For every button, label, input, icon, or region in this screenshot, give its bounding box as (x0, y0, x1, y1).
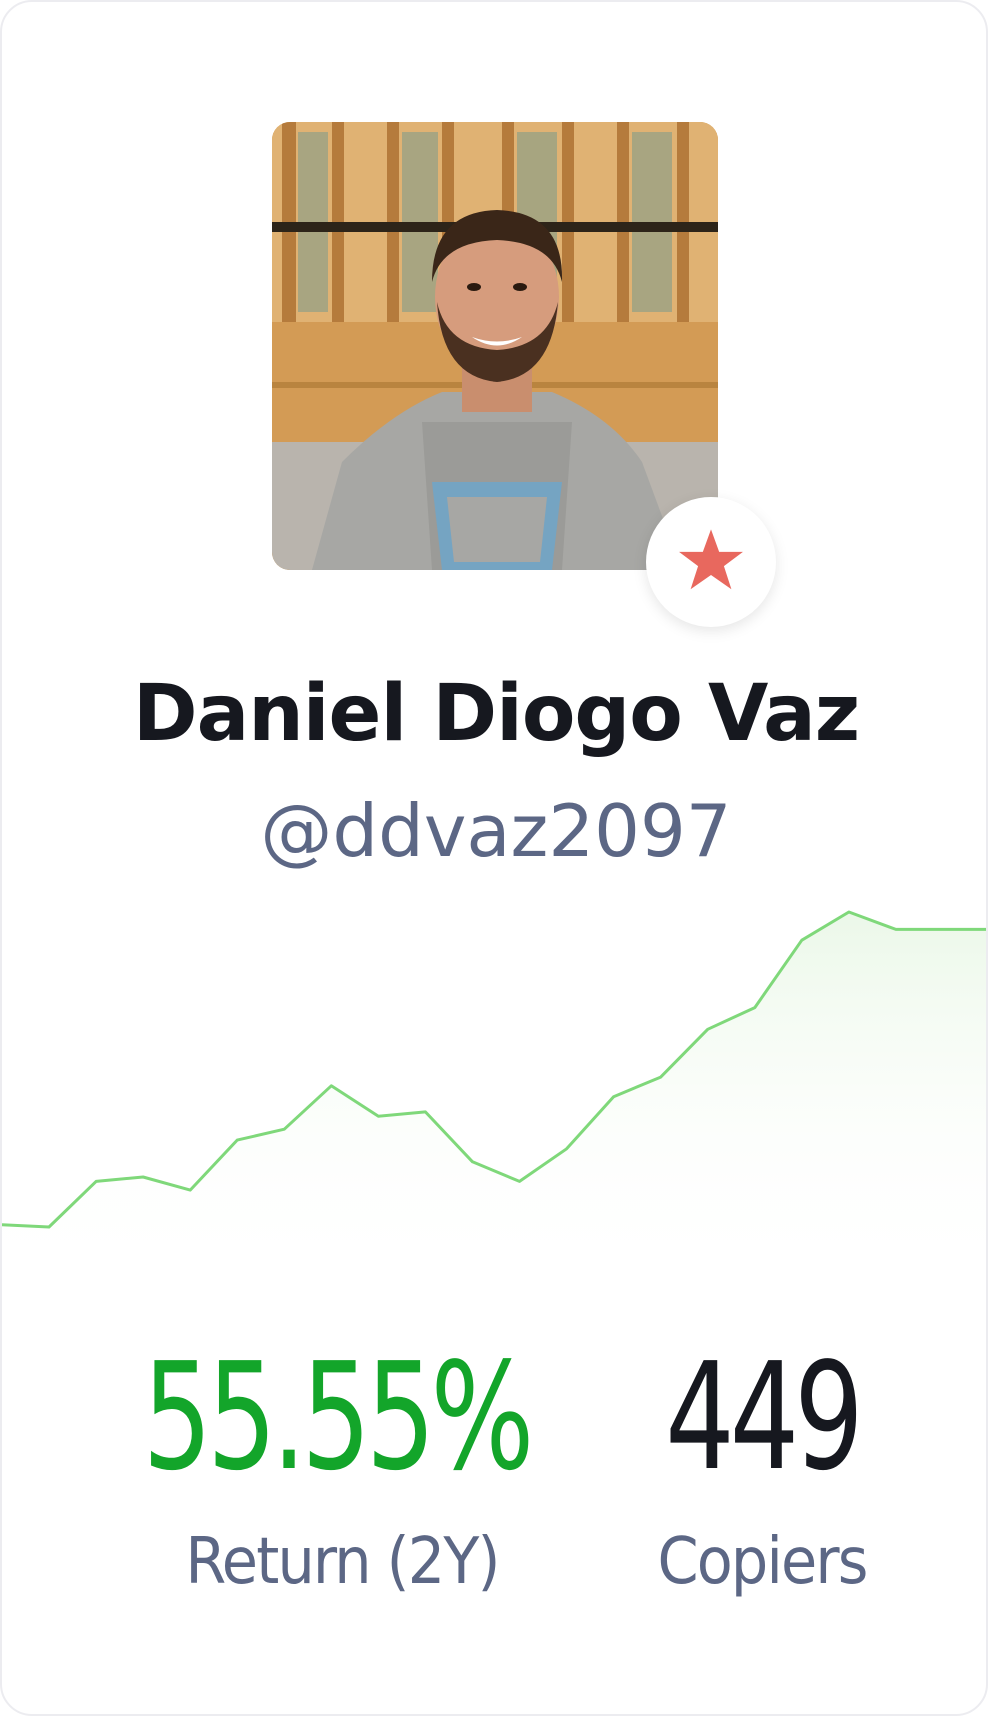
featured-badge (646, 497, 776, 627)
trader-handle: @ddvaz2097 (260, 789, 732, 873)
chart-area (2, 912, 986, 1282)
performance-chart (2, 910, 986, 1282)
return-label: Return (2Y) (185, 1525, 500, 1599)
copiers-value: 449 (665, 1331, 864, 1503)
trader-name[interactable]: Daniel Diogo Vaz (2, 664, 986, 764)
avatar[interactable] (272, 122, 718, 570)
return-value: 55.55% (142, 1331, 535, 1503)
copiers-label: Copiers (657, 1525, 868, 1599)
star-icon (679, 529, 743, 590)
avatar-container (272, 122, 776, 627)
trader-card[interactable]: Daniel Diogo Vaz @ddvaz2097 55.55% 449 R… (0, 0, 988, 1716)
